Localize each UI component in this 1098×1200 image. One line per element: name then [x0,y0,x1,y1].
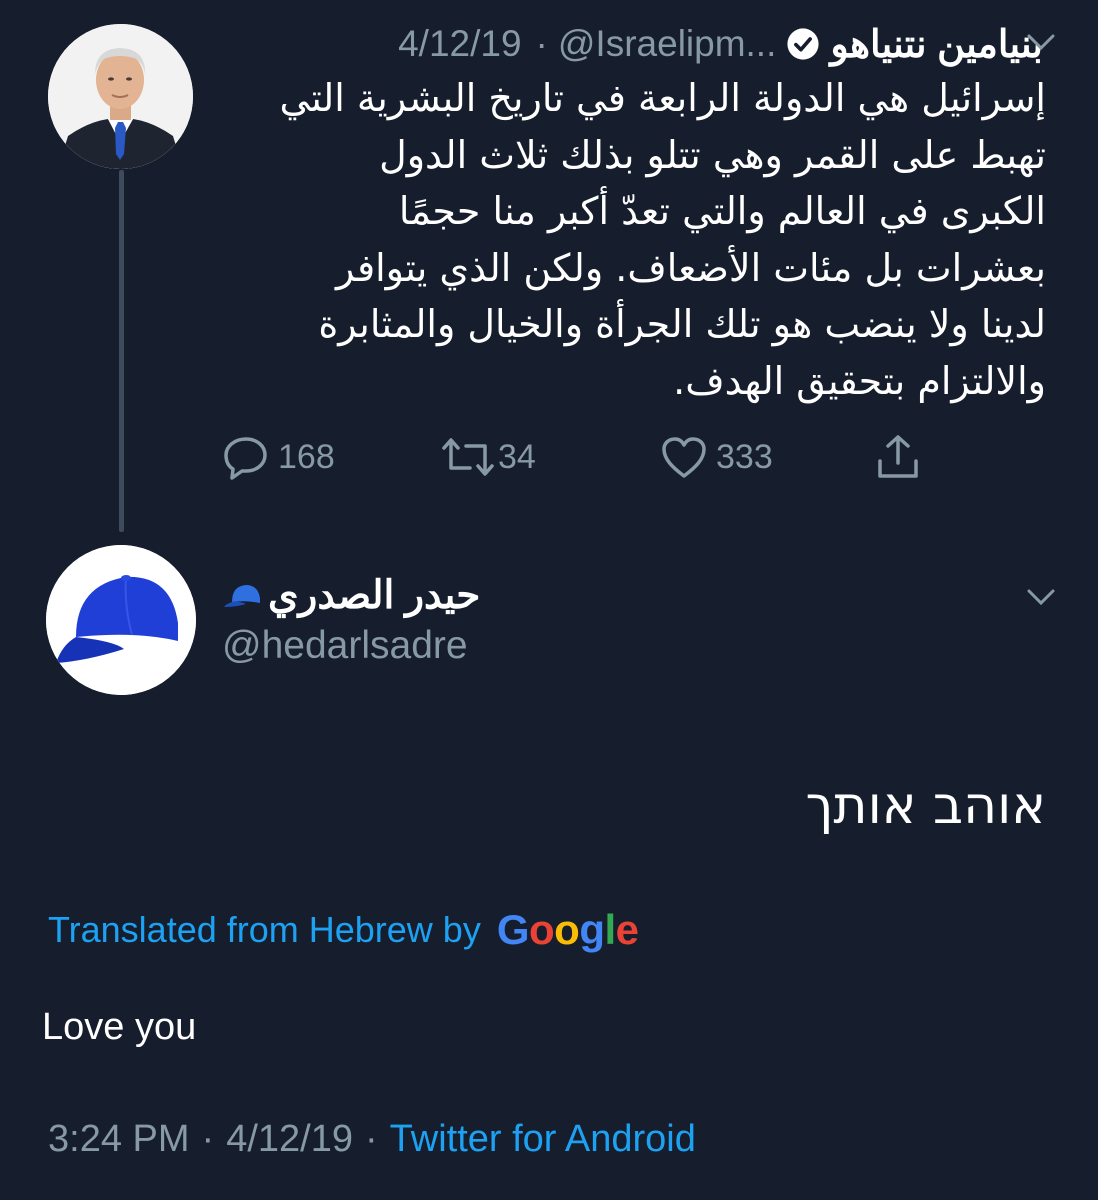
author-name[interactable]: بنيامين نتنياهو [830,22,1043,67]
google-letter: g [579,906,605,953]
thread-connector-line [119,170,124,532]
google-letter: G [496,906,530,953]
portrait-illustration [48,24,193,169]
share-icon [878,435,918,478]
chevron-down-icon[interactable] [1026,588,1056,606]
google-letter: o [554,906,580,953]
verified-badge-icon [787,28,819,60]
like-button[interactable]: 333 [660,432,773,482]
footer-separator: · [201,1118,215,1160]
reply-body: אוהב אותך [805,776,1046,836]
translated-text: Love you [42,1006,197,1048]
retweet-button[interactable]: 34 [440,432,536,482]
retweet-icon [442,438,494,476]
heart-icon [662,437,706,478]
retweet-count: 34 [498,437,536,476]
reply-count: 168 [278,437,335,476]
reply-author-handle[interactable]: @hedarlsadre [222,624,468,668]
header-separator: · [535,23,548,64]
tweet-body-line: الكبرى في العالم والتي تعدّ أكبر منا حجم… [398,189,1046,233]
tweet-body-line: والالتزام بتحقيق الهدف. [673,358,1046,403]
google-letter: o [529,906,555,953]
source-app-link[interactable]: Twitter for Android [390,1118,696,1161]
blue-cap-image [46,545,196,695]
tweet-body-line: إسرائيل هي الدولة الرابعة في تاريخ البشر… [279,76,1046,120]
reply-author-avatar[interactable] [46,545,196,695]
tweet-time[interactable]: 3:24 PM [48,1118,190,1161]
translation-attribution[interactable]: Translated from Hebrew by Google [48,906,639,954]
tweet-body-line: تهبط على القمر وهي تتلو بذلك ثلاث الدول [379,132,1046,177]
author-handle[interactable]: @Israelipm... [558,23,777,65]
tweet-footer: 3:24 PM · 4/12/19 · Twitter for Android [48,1118,696,1161]
google-letter: e [615,906,639,953]
tweet-body: إسرائيل هي الدولة الرابعة في تاريخ البشر… [226,70,1046,409]
share-button[interactable] [874,432,922,482]
google-letter: l [604,906,616,953]
chevron-down-icon[interactable] [1026,33,1056,51]
reply-author-name[interactable]: حيدر الصدري [268,573,480,618]
tweet-header: بنيامين نتنياهو @Israelipm... · 4/12/19 [398,22,1043,66]
tweet-full-date[interactable]: 4/12/19 [226,1118,353,1161]
tweet-date[interactable]: 4/12/19 [398,23,521,65]
tweet-body-line: بعشرات بل مئات الأضعاف. ولكن الذي يتوافر [335,245,1046,290]
reply-icon [224,437,267,480]
footer-separator: · [364,1118,378,1160]
author-avatar[interactable] [48,24,193,169]
blue-cap-icon [224,585,260,607]
like-count: 333 [716,437,773,476]
google-logo: Google [497,906,639,954]
tweet-body-line: لدينا ولا ينضب هو تلك الجرأة والخيال وال… [318,302,1046,346]
reply-header: حيدر الصدري [222,570,480,620]
translated-label: Translated from Hebrew by [48,909,481,950]
reply-button[interactable]: 168 [222,432,335,482]
